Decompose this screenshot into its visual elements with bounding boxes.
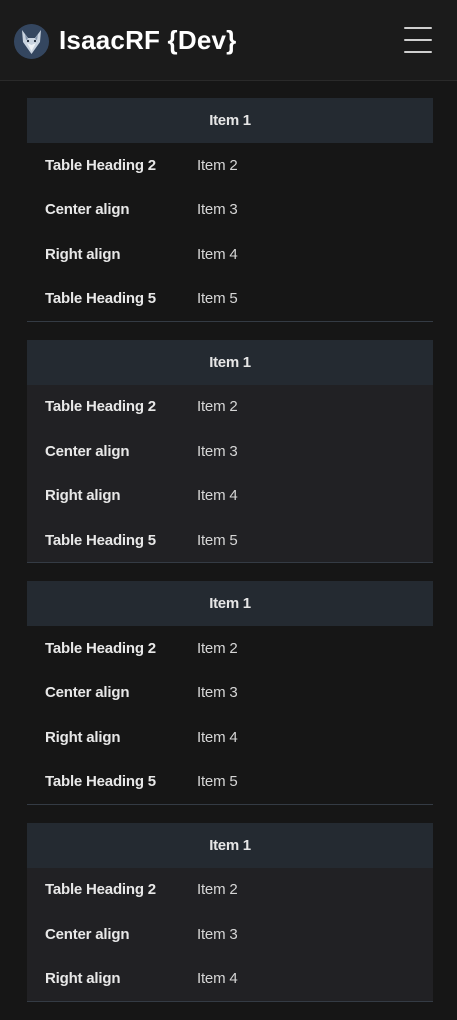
top-navbar: IsaacRF {Dev}	[0, 0, 457, 81]
table-row: Table Heading 5 Item 5	[27, 518, 433, 563]
brand-title[interactable]: IsaacRF {Dev}	[59, 25, 236, 56]
row-value: Item 3	[197, 442, 238, 460]
table-row: Table Heading 2 Item 2	[27, 385, 433, 430]
table-row: Right align Item 4	[27, 957, 433, 1002]
row-heading: Right align	[45, 728, 121, 746]
table-header-cell: Item 1	[27, 822, 433, 868]
table-row: Center align Item 3	[27, 912, 433, 957]
tables-container: Item 1 Table Heading 2 Item 2 Center alig…	[27, 98, 433, 1020]
row-value: Item 4	[197, 970, 238, 987]
row-heading: Table Heading 2	[45, 398, 156, 416]
table-row: Center align Item 3	[27, 671, 433, 716]
table-header-cell: Item 1	[27, 581, 433, 626]
data-table-1: Item 1 Table Heading 2 Item 2 Center alig…	[27, 98, 433, 322]
table-row: Table Heading 5 Item 5	[27, 277, 433, 322]
row-value: Item 5	[197, 531, 238, 549]
data-table-2: Item 1 Table Heading 2 Item 2 Center alig…	[27, 339, 433, 563]
table-header-cell: Item 1	[27, 98, 433, 143]
row-value: Item 3	[197, 925, 238, 943]
row-heading: Table Heading 2	[45, 881, 156, 899]
hamburger-menu-icon[interactable]	[404, 26, 434, 56]
row-value: Item 2	[197, 398, 238, 416]
row-heading: Table Heading 5	[45, 290, 156, 307]
table-row: Table Heading 2 Item 2	[27, 868, 433, 913]
row-heading: Center align	[45, 201, 130, 219]
row-heading: Center align	[45, 442, 130, 460]
row-value: Item 5	[197, 290, 238, 307]
row-value: Item 4	[197, 245, 238, 263]
data-table-4: Item 1 Table Heading 2 Item 2 Center alig…	[27, 822, 433, 1002]
table-row: Table Heading 2 Item 2	[27, 143, 433, 188]
row-value: Item 3	[197, 201, 238, 219]
row-value: Item 2	[197, 156, 238, 174]
data-table-3: Item 1 Table Heading 2 Item 2 Center alig…	[27, 581, 433, 805]
row-value: Item 2	[197, 881, 238, 899]
row-value: Item 4	[197, 728, 238, 746]
table-row: Right align Item 4	[27, 715, 433, 760]
wolf-logo-icon[interactable]	[14, 24, 49, 59]
table-row: Center align Item 3	[27, 188, 433, 233]
row-heading: Right align	[45, 245, 121, 263]
row-heading: Center align	[45, 684, 130, 702]
row-value: Item 4	[197, 487, 238, 505]
row-heading: Right align	[45, 487, 121, 505]
row-value: Item 5	[197, 773, 238, 790]
table-row: Right align Item 4	[27, 232, 433, 277]
table-row: Table Heading 5 Item 5	[27, 760, 433, 805]
row-heading: Right align	[45, 970, 121, 987]
table-row: Right align Item 4	[27, 474, 433, 519]
row-heading: Table Heading 2	[45, 639, 156, 657]
row-heading: Table Heading 2	[45, 156, 156, 174]
row-value: Item 3	[197, 684, 238, 702]
row-value: Item 2	[197, 639, 238, 657]
row-heading: Table Heading 5	[45, 773, 156, 790]
table-header-cell: Item 1	[27, 339, 433, 385]
table-row: Table Heading 2 Item 2	[27, 626, 433, 671]
row-heading: Table Heading 5	[45, 531, 156, 549]
row-heading: Center align	[45, 925, 130, 943]
table-row: Center align Item 3	[27, 429, 433, 474]
